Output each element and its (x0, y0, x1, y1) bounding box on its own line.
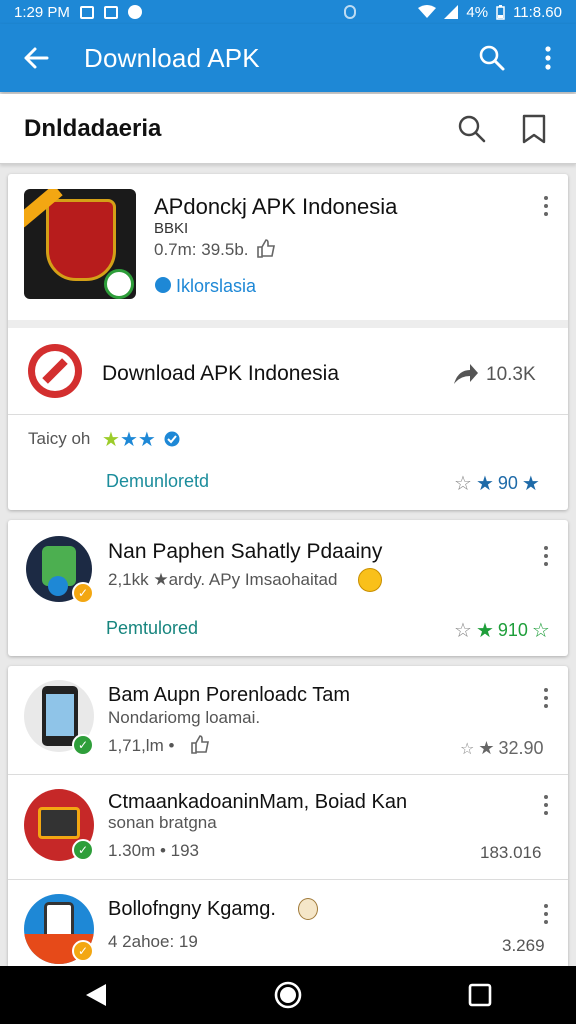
thumbs-up-icon (191, 735, 209, 754)
search-field-button[interactable] (444, 101, 500, 157)
app2-rating: ☆ ★ 910 ☆ (454, 618, 550, 643)
block-icon (28, 344, 82, 398)
featured-rating: ☆ ★ 90 ★ (454, 471, 540, 496)
featured-action-row: Taicy oh ★★★ Demunloretd ☆ ★ 90 ★ (8, 415, 568, 510)
list-item[interactable]: ✓ Bam Aupn Porenloadc Tam Nondariomg loa… (8, 666, 568, 774)
list-item[interactable]: ✓ CtmaankadoaninMam, Boiad Kan sonan bra… (8, 775, 568, 879)
search-bar-label: Dnldadaeria (24, 114, 162, 142)
download-count: 10.3K (486, 364, 536, 385)
verified-badge-icon (104, 269, 134, 299)
clock-notification-icon (127, 5, 142, 19)
triangle-back-icon (86, 984, 106, 1006)
star-outline-icon: ☆ (460, 740, 475, 758)
list-item-right-value: 183.016 (480, 843, 542, 862)
list-item[interactable]: ✓ Bollofngny Kgamg. 4 2ahoe: 19 3.269 (8, 880, 568, 966)
overflow-menu-button[interactable] (520, 24, 576, 92)
app2-title: Nan Paphen Sahatly Pdaainy (108, 540, 383, 563)
rating-value: 90 (497, 473, 518, 493)
app2-badge-icon: ✓ (72, 582, 94, 604)
battery-percent: 4% (466, 3, 489, 21)
arrow-left-icon (24, 47, 49, 69)
list-item-right-value: 32.90 (498, 738, 544, 758)
nav-back-button[interactable] (56, 966, 136, 1024)
gallery-notification-icon (79, 5, 94, 19)
app-bar: Download APK (0, 24, 576, 92)
system-nav-bar (0, 966, 576, 1024)
more-options-button[interactable] (534, 791, 558, 819)
app-list-card: ✓ Bam Aupn Porenloadc Tam Nondariomg loa… (8, 666, 568, 966)
badge-icon: ✓ (72, 940, 94, 962)
list-item-subtitle: sonan bratgna (108, 813, 217, 832)
more-options-button[interactable] (534, 900, 558, 928)
status-clock: 11:8.60 (513, 3, 562, 21)
publisher-link[interactable]: Iklorslasia (176, 276, 256, 297)
download-row-title: Download APK Indonesia (102, 362, 339, 385)
app-bar-title: Download APK (84, 42, 260, 73)
tagline-stars: ★★★ (102, 429, 156, 451)
featured-card: APdonckj APK Indonesia BBKI 0.7m: 39.5b.… (8, 174, 568, 510)
list-item-title: CtmaankadoaninMam, Boiad Kan (108, 791, 408, 813)
app2-subtitle: 2,1kk ★ardy. APy Imsaohaitad (108, 570, 338, 589)
bookmark-button[interactable] (506, 101, 562, 157)
app-meta: 0.7m: 39.5b. (154, 240, 249, 259)
bird-icon (155, 277, 171, 293)
nav-recents-button[interactable] (440, 966, 520, 1024)
nav-home-button[interactable] (248, 966, 328, 1024)
status-bar: 1:29 PM 4% 11:8.60 (0, 0, 576, 24)
search-button[interactable] (464, 24, 520, 92)
star-icon: ★ (521, 473, 540, 495)
wifi-icon (418, 5, 437, 18)
list-item-subtitle: Nondariomg loamai. (108, 708, 261, 727)
star-icon: ★ (475, 473, 494, 495)
star-outline-icon: ☆ (531, 620, 550, 642)
app-title: APdonckj APK Indonesia (154, 194, 398, 219)
share-icon (454, 364, 478, 384)
list-item-right-value: 3.269 (502, 936, 545, 955)
star-icon: ★ (478, 738, 495, 758)
list-item-meta: 4 2ahoe: 19 (108, 932, 198, 951)
check-badge-icon: ✓ (72, 734, 94, 756)
emoji-icon (358, 568, 382, 592)
app-subtitle: BBKI (154, 220, 189, 237)
hand-icon (298, 898, 318, 920)
list-item-rating: ☆ ★ 32.90 (460, 738, 544, 759)
download-link[interactable]: Demunloretd (106, 471, 209, 492)
app2-card[interactable]: ✓ Nan Paphen Sahatly Pdaainy 2,1kk ★ardy… (8, 520, 568, 656)
more-options-button[interactable] (534, 684, 558, 712)
shield-icon (46, 199, 116, 281)
rating-value: 910 (497, 620, 528, 640)
list-item-title: Bollofngny Kgamg. (108, 898, 276, 920)
sync-icon (344, 5, 356, 19)
list-item-meta: 1,71,lm • (108, 736, 175, 755)
tagline: Taicy oh (28, 429, 91, 448)
star-outline-icon: ☆ (454, 620, 472, 642)
search-icon (479, 45, 505, 71)
square-recents-icon (468, 983, 492, 1007)
search-bar: Dnldadaeria (0, 94, 576, 164)
back-button[interactable] (0, 24, 72, 92)
app-icon (24, 189, 136, 299)
signal-icon (444, 5, 459, 19)
more-options-button[interactable] (534, 192, 558, 220)
list-item-title: Bam Aupn Porenloadc Tam (108, 684, 351, 706)
circle-home-icon (274, 981, 302, 1009)
list-item-meta: 1.30m • 193 (108, 841, 200, 860)
status-time: 1:29 PM (14, 3, 70, 21)
message-notification-icon (103, 5, 118, 19)
check-badge-icon: ✓ (72, 839, 94, 861)
star-outline-icon: ☆ (454, 473, 472, 495)
featured-app-row[interactable]: APdonckj APK Indonesia BBKI 0.7m: 39.5b.… (8, 174, 568, 320)
more-vert-icon (545, 46, 551, 70)
bookmark-icon (522, 114, 546, 143)
thumbs-up-icon (257, 239, 275, 258)
download-row[interactable]: Download APK Indonesia 10.3K (8, 328, 568, 414)
battery-icon (496, 4, 505, 20)
section-separator (8, 320, 568, 328)
search-icon (458, 115, 486, 142)
verified-icon (164, 431, 180, 447)
star-icon: ★ (475, 620, 494, 642)
more-options-button[interactable] (534, 542, 558, 570)
app2-download-link[interactable]: Pemtulored (106, 618, 198, 639)
